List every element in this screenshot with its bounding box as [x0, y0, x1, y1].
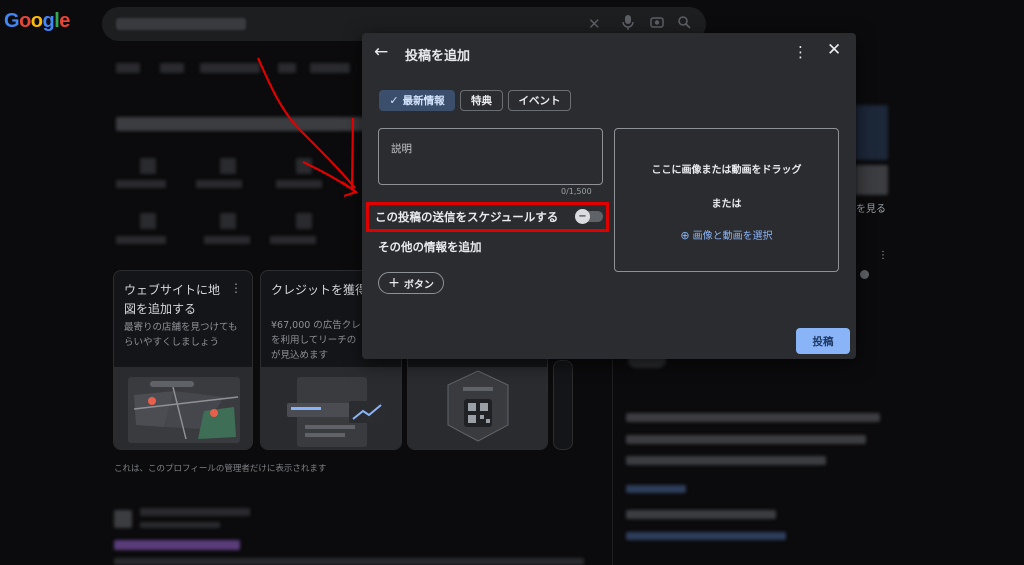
blurred-icon: [220, 213, 236, 229]
card-description: ¥67,000 の広告クレ を利用してリーチの が見込めます: [271, 320, 361, 361]
post-button[interactable]: 投稿: [796, 328, 850, 354]
more-vert-icon[interactable]: ⋮: [230, 281, 242, 295]
arrow-back-icon[interactable]: ←: [374, 42, 388, 62]
card-add-map[interactable]: ウェブサイトに地 図を追加する ⋮ 最寄りの店舗を見つけても らいやすくしましょ…: [113, 270, 253, 450]
camera-icon[interactable]: [650, 15, 664, 33]
search-icon[interactable]: [678, 15, 691, 33]
dropzone-or: または: [711, 199, 742, 210]
chip-label: イベント: [518, 95, 561, 107]
logo-letter-6: e: [59, 10, 70, 32]
blurred-label: [116, 236, 166, 244]
blurred-link: [626, 532, 786, 540]
blurred-tab: [278, 63, 296, 73]
chip-label: 最新情報: [402, 95, 445, 107]
plus-icon: +: [388, 275, 400, 291]
blurred-map-thumb: [855, 105, 888, 160]
blurred-label: [276, 180, 322, 188]
map-illustration: [114, 367, 252, 449]
card-partial[interactable]: [553, 360, 573, 450]
more-vert-icon[interactable]: ⋮: [878, 250, 888, 261]
logo-letter-1: G: [4, 10, 20, 32]
select-media-label: 画像と動画を選択: [692, 231, 773, 242]
blurred-line: [114, 558, 584, 565]
blurred-avatar: [114, 510, 132, 528]
chip-label: 特典: [471, 95, 492, 107]
search-query-blurred: [116, 18, 246, 30]
info-icon[interactable]: [860, 270, 869, 279]
red-arrow-head: [341, 181, 359, 198]
see-more-partial[interactable]: を見る: [856, 200, 886, 215]
blurred-icon: [296, 158, 312, 174]
blurred-icon: [140, 158, 156, 174]
close-icon[interactable]: ✕: [588, 15, 601, 33]
card-title: ウェブサイトに地 図を追加する: [124, 283, 221, 316]
dialog-title: 投稿を追加: [405, 49, 471, 64]
schedule-label: この投稿の送信をスケジュールする: [375, 210, 559, 224]
chip-latest-info[interactable]: ✓ 最新情報: [379, 90, 455, 111]
more-info-heading: その他の情報を追加: [378, 240, 482, 254]
blurred-label: [196, 180, 242, 188]
blurred-line: [140, 508, 250, 516]
blurred-label: [270, 236, 316, 244]
media-dropzone[interactable]: ここに画像または動画をドラッグ または ⊕ 画像と動画を選択: [614, 128, 839, 272]
blurred-photo: [855, 165, 888, 195]
toggle-knob: −: [575, 209, 590, 224]
blurred-tab: [160, 63, 184, 73]
ads-illustration: [261, 367, 401, 449]
schedule-toggle[interactable]: −: [575, 209, 603, 224]
qr-illustration: [408, 367, 547, 449]
blurred-label: [116, 180, 166, 188]
blurred-icon: [296, 213, 312, 229]
blurred-line: [626, 510, 776, 519]
more-vert-icon[interactable]: ⋮: [793, 43, 808, 61]
close-icon[interactable]: ✕: [827, 40, 841, 60]
mic-icon[interactable]: [622, 15, 634, 34]
add-button-label: ボタン: [403, 279, 434, 291]
chip-event[interactable]: イベント: [508, 90, 571, 111]
blurred-label: [204, 236, 250, 244]
blurred-heading: [116, 117, 366, 131]
dropzone-text: ここに画像または動画をドラッグ: [651, 165, 802, 176]
blurred-link: [114, 540, 240, 550]
add-post-dialog: ← 投稿を追加 ⋮ ✕ ✓ 最新情報 特典 イベント 説明 0/1,500 この…: [362, 33, 856, 359]
blurred-icon: [220, 158, 236, 174]
blurred-line: [140, 522, 220, 528]
blurred-icon: [140, 213, 156, 229]
logo-letter-4: g: [42, 10, 55, 32]
blurred-line: [626, 456, 826, 465]
chip-offer[interactable]: 特典: [460, 90, 503, 111]
char-counter: 0/1,500: [561, 187, 592, 196]
blurred-line: [626, 435, 866, 444]
card-description: 最寄りの店舗を見つけても らいやすくしましょう: [124, 322, 238, 348]
add-button-button[interactable]: + ボタン: [378, 272, 444, 294]
card-title: クレジットを獲得: [271, 283, 368, 297]
add-photo-icon: ⊕: [680, 229, 690, 242]
google-logo[interactable]: Google: [4, 10, 70, 33]
blurred-tab: [200, 63, 260, 73]
logo-letter-2: o: [19, 10, 31, 32]
select-media-link[interactable]: ⊕ 画像と動画を選択: [615, 227, 838, 242]
admin-note: これは、このプロフィールの管理者だけに表示されます: [114, 464, 327, 474]
description-field[interactable]: 説明: [378, 128, 603, 185]
logo-letter-3: o: [30, 10, 43, 32]
blurred-tab: [116, 63, 140, 73]
blurred-tab: [310, 63, 350, 73]
check-icon: ✓: [389, 94, 399, 107]
blurred-line: [626, 413, 880, 422]
blurred-link: [626, 485, 686, 493]
description-placeholder: 説明: [391, 143, 412, 155]
